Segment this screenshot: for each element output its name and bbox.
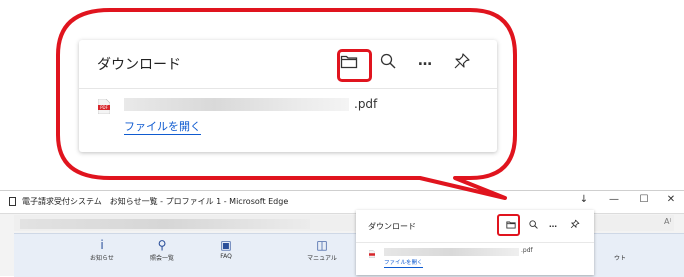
download-panel: ダウンロード … .pdf ファイルを開く	[356, 210, 594, 275]
blurred-filename	[124, 98, 349, 111]
blurred-url	[20, 219, 310, 229]
close-button[interactable]: ✕	[664, 194, 678, 205]
panel-divider	[79, 88, 497, 89]
nav-item-label: お知らせ	[90, 255, 114, 262]
nav-item-label: FAQ	[220, 253, 232, 260]
nav-item-notices[interactable]: i お知らせ	[82, 238, 122, 263]
open-file-link[interactable]: ファイルを開く	[384, 260, 423, 268]
file-extension: .pdf	[521, 247, 533, 254]
download-panel-title: ダウンロード	[97, 57, 181, 73]
blurred-filename	[384, 248, 519, 256]
more-options-button[interactable]: …	[413, 50, 437, 72]
faq-icon: ▣	[220, 238, 232, 252]
svg-text:PDF: PDF	[100, 105, 108, 110]
open-file-link[interactable]: ファイルを開く	[124, 120, 201, 135]
more-options-button[interactable]: …	[547, 217, 559, 231]
search-downloads-button[interactable]	[377, 50, 399, 72]
info-icon: i	[100, 238, 104, 252]
search-downloads-button[interactable]	[527, 217, 539, 231]
nav-item-faq[interactable]: ▣ FAQ	[206, 238, 246, 261]
pdf-file-icon: PDF	[98, 99, 110, 114]
more-icon: …	[418, 53, 432, 69]
downloads-button[interactable]: ↓	[577, 194, 591, 205]
maximize-button[interactable]: ☐	[637, 194, 651, 205]
nav-item-label: マニュアル	[307, 255, 337, 262]
nav-item-label: 照会一覧	[149, 255, 174, 262]
nav-item-logout-partial[interactable]: ウト	[600, 239, 640, 262]
minimize-button[interactable]: —	[607, 194, 621, 205]
folder-button-highlight	[337, 49, 372, 82]
more-icon: …	[549, 219, 557, 229]
pin-icon	[570, 219, 580, 229]
pin-panel-button[interactable]	[569, 217, 581, 231]
nav-item-label: ウト	[613, 255, 626, 262]
pin-panel-button[interactable]	[451, 50, 473, 72]
nav-item-manual[interactable]: ◫ マニュアル	[302, 238, 342, 263]
page-icon	[9, 197, 16, 206]
read-aloud-icon[interactable]: A⁾	[664, 217, 671, 226]
folder-button-highlight	[497, 214, 520, 236]
file-extension: .pdf	[354, 97, 378, 111]
search-icon	[380, 53, 396, 69]
pin-icon	[454, 53, 470, 69]
pdf-file-icon	[369, 250, 375, 258]
magnifier-icon: ⚲	[157, 238, 167, 252]
panel-divider	[356, 242, 594, 243]
download-panel-zoomed: ダウンロード … PDF .pdf ファイルを開く	[79, 40, 497, 152]
book-icon: ◫	[316, 238, 328, 252]
search-icon	[528, 219, 538, 229]
nav-item-inquiry-list[interactable]: ⚲ 照会一覧	[142, 238, 182, 263]
download-panel-title: ダウンロード	[368, 222, 416, 231]
window-title: 電子請求受付システム お知らせ一覧 - プロファイル 1 - Microsoft…	[22, 197, 289, 206]
